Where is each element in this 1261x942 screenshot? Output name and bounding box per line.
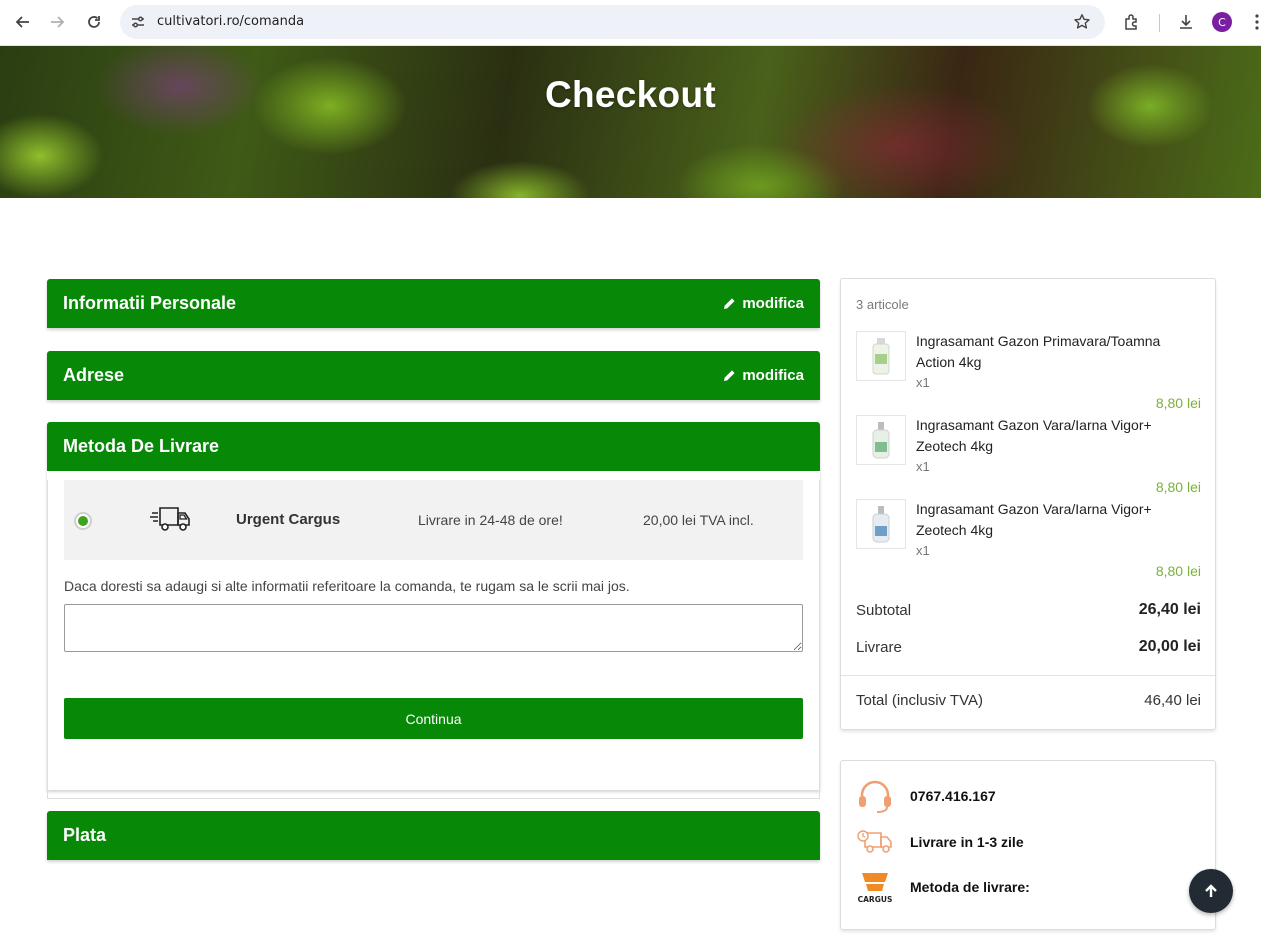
carrier-name: Urgent Cargus [236, 511, 341, 528]
total-row: Total (inclusiv TVA) 46,40 lei [856, 692, 1201, 709]
cart-item: Ingrasamant Gazon Primavara/Toamna Actio… [856, 331, 1201, 415]
product-quantity: x1 [916, 459, 930, 474]
order-notes-label: Daca doresti sa adaugi si alte informati… [64, 578, 630, 594]
delivery-method-text: Metoda de livrare: [910, 879, 1030, 895]
svg-text:CARGUS: CARGUS [858, 895, 893, 904]
carrier-price: 20,00 lei TVA incl. [643, 512, 754, 528]
step-title: Informatii Personale [63, 293, 237, 313]
product-thumbnail[interactable] [856, 331, 906, 381]
delivery-body: Urgent Cargus Livrare in 24-48 de ore! 2… [47, 480, 820, 799]
step-payment-header: Plata [47, 811, 820, 860]
site-settings-icon[interactable] [130, 14, 146, 35]
step-delivery-method: Metoda De Livrare Urgent Cargus Livrare … [47, 422, 820, 799]
pencil-icon [724, 370, 735, 381]
order-summary: 3 articole Ingrasamant Gazon Primavara/T… [840, 278, 1216, 730]
step-payment: Plata [47, 811, 820, 860]
pencil-icon [724, 298, 735, 309]
shipping-value: 20,00 lei [1138, 638, 1201, 655]
product-name[interactable]: Ingrasamant Gazon Vara/Iarna Vigor+ Zeot… [916, 499, 1201, 541]
subtotal-row: Subtotal 26,40 lei [856, 601, 1201, 619]
product-name[interactable]: Ingrasamant Gazon Vara/Iarna Vigor+ Zeot… [916, 415, 1201, 457]
total-value: 46,40 lei [1144, 692, 1201, 709]
step-delivery-header: Metoda De Livrare [47, 422, 820, 471]
download-icon[interactable] [1174, 10, 1198, 34]
shipping-row: Livrare 20,00 lei [856, 638, 1201, 656]
reassurance-phone: 0767.416.167 [856, 777, 996, 815]
product-price: 8,80 lei [1155, 479, 1201, 495]
shipping-label: Livrare [856, 638, 902, 656]
total-label: Total (inclusiv TVA) [856, 692, 983, 709]
reload-icon[interactable] [82, 10, 106, 34]
reassurance-delivery: Livrare in 1-3 zile [856, 823, 1024, 861]
product-thumbnail[interactable] [856, 415, 906, 465]
product-quantity: x1 [916, 375, 930, 390]
url-text[interactable]: cultivatori.ro/comanda [157, 14, 304, 29]
continue-button[interactable]: Continua [64, 698, 803, 739]
extensions-icon[interactable] [1120, 10, 1144, 34]
order-notes-field[interactable] [64, 604, 803, 652]
arrow-up-icon [1205, 884, 1217, 897]
subtotal-label: Subtotal [856, 601, 912, 619]
bookmark-star-icon[interactable] [1073, 13, 1091, 36]
step-title: Metoda De Livrare [63, 436, 220, 456]
step-personal-info: Informatii Personale modifica [47, 279, 820, 328]
edit-personal-info-link[interactable]: modifica [723, 295, 804, 312]
product-quantity: x1 [916, 543, 930, 558]
hero-banner: Checkout [0, 46, 1261, 198]
browser-toolbar: cultivatori.ro/comanda C [0, 0, 1261, 46]
back-to-top-button[interactable] [1189, 869, 1233, 913]
phone-number[interactable]: 0767.416.167 [910, 788, 996, 804]
step-title: Plata [63, 825, 107, 845]
carrier-option-cargus[interactable]: Urgent Cargus Livrare in 24-48 de ore! 2… [64, 480, 803, 560]
product-name[interactable]: Ingrasamant Gazon Primavara/Toamna Actio… [916, 331, 1201, 373]
carrier-radio[interactable] [74, 512, 92, 530]
edit-label: modifica [742, 295, 804, 312]
product-price: 8,80 lei [1155, 563, 1201, 579]
carrier-delay: Livrare in 24-48 de ore! [418, 512, 563, 528]
step-title: Adrese [63, 365, 125, 385]
cart-item: Ingrasamant Gazon Vara/Iarna Vigor+ Zeot… [856, 499, 1201, 583]
cart-item: Ingrasamant Gazon Vara/Iarna Vigor+ Zeot… [856, 415, 1201, 499]
edit-addresses-link[interactable]: modifica [723, 367, 804, 384]
items-count: 3 articole [856, 297, 909, 312]
edit-label: modifica [742, 367, 804, 384]
fast-delivery-icon [856, 823, 894, 861]
back-icon[interactable] [10, 10, 34, 34]
delivery-truck-icon [150, 504, 192, 539]
subtotal-value: 26,40 lei [1138, 601, 1201, 618]
cargus-logo: CARGUS [856, 868, 894, 906]
reassurance-block: 0767.416.167 Livrare in 1-3 zile CARGUS … [840, 760, 1216, 930]
toolbar-divider [1159, 14, 1160, 32]
reassurance-method: CARGUS Metoda de livrare: [856, 868, 1030, 906]
summary-divider [841, 675, 1215, 676]
address-bar[interactable]: cultivatori.ro/comanda [120, 5, 1105, 39]
page-title: Checkout [545, 74, 716, 115]
browser-menu-icon[interactable] [1245, 10, 1261, 34]
product-thumbnail[interactable] [856, 499, 906, 549]
profile-avatar[interactable]: C [1212, 12, 1232, 32]
step-addresses-header[interactable]: Adrese modifica [47, 351, 820, 400]
step-addresses: Adrese modifica [47, 351, 820, 400]
step-personal-info-header[interactable]: Informatii Personale modifica [47, 279, 820, 328]
forward-icon[interactable] [46, 10, 70, 34]
product-price: 8,80 lei [1155, 395, 1201, 411]
delivery-time-text: Livrare in 1-3 zile [910, 834, 1024, 850]
headset-icon [856, 777, 894, 815]
